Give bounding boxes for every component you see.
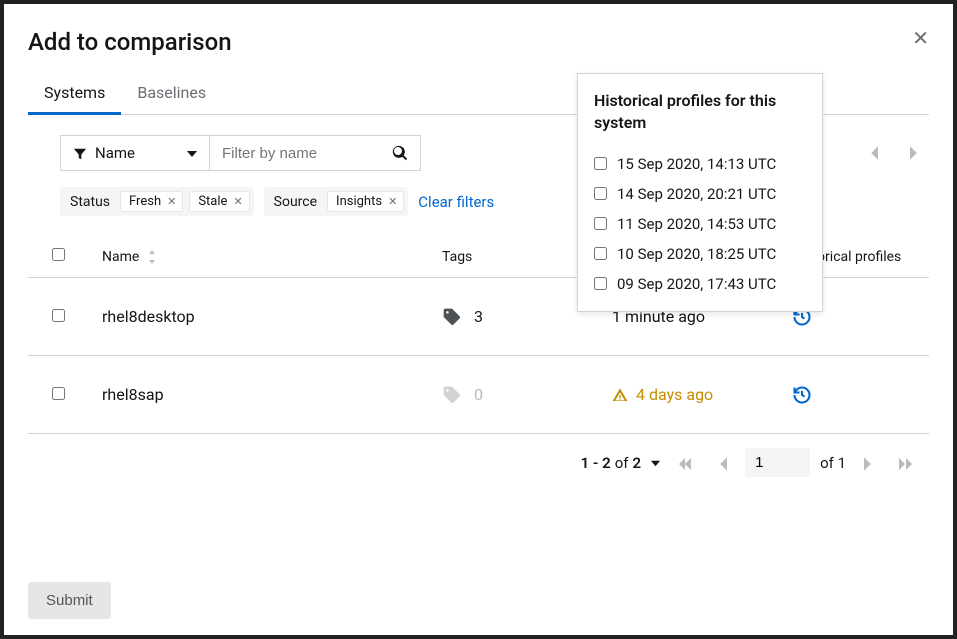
- last-page-button[interactable]: [891, 448, 921, 478]
- profile-date: 14 Sep 2020, 20:21 UTC: [617, 185, 776, 203]
- submit-button[interactable]: Submit: [28, 582, 111, 619]
- filter-icon: [73, 144, 87, 162]
- system-name[interactable]: rhel8sap: [102, 385, 442, 404]
- profile-option[interactable]: 15 Sep 2020, 14:13 UTC: [594, 149, 806, 179]
- profile-date: 10 Sep 2020, 18:25 UTC: [617, 245, 776, 263]
- last-seen-text: 4 days ago: [636, 385, 713, 404]
- chip-fresh: Fresh ✕: [120, 191, 183, 212]
- filter-attribute-label: Name: [95, 144, 135, 162]
- profile-option[interactable]: 10 Sep 2020, 18:25 UTC: [594, 239, 806, 269]
- select-all-checkbox[interactable]: [52, 248, 65, 261]
- close-icon[interactable]: ✕: [912, 28, 929, 48]
- system-name[interactable]: rhel8desktop: [102, 307, 442, 326]
- profile-checkbox[interactable]: [594, 187, 607, 200]
- profile-date: 15 Sep 2020, 14:13 UTC: [617, 155, 776, 173]
- row-checkbox[interactable]: [52, 309, 65, 322]
- warning-icon: [612, 385, 628, 404]
- chip-group-status: Status Fresh ✕ Stale ✕: [60, 187, 254, 216]
- search-button[interactable]: [380, 136, 420, 170]
- profile-date: 11 Sep 2020, 14:53 UTC: [617, 215, 776, 233]
- tag-icon: [442, 306, 462, 327]
- profile-checkbox[interactable]: [594, 247, 607, 260]
- top-pagination: [859, 139, 929, 167]
- chip-group-source-label: Source: [274, 194, 321, 210]
- clear-filters-link[interactable]: Clear filters: [418, 193, 494, 211]
- chip-group-source: Source Insights ✕: [264, 187, 409, 216]
- page-range[interactable]: 1 - 2 of 2: [581, 454, 660, 472]
- tag-count: 3: [474, 307, 483, 326]
- tab-systems[interactable]: Systems: [28, 73, 121, 115]
- last-seen-warning: 4 days ago: [612, 385, 792, 404]
- history-icon: [792, 385, 812, 405]
- chip-group-status-label: Status: [70, 194, 114, 210]
- table-row: rhel8sap 0 4 days ago: [28, 356, 929, 434]
- profile-date: 09 Sep 2020, 17:43 UTC: [617, 275, 776, 293]
- next-page-button[interactable]: [856, 448, 881, 478]
- row-checkbox[interactable]: [52, 387, 65, 400]
- popover-title: Historical profiles for this system: [594, 90, 806, 135]
- filter-name-input[interactable]: [210, 136, 380, 170]
- historical-profiles-popover: Historical profiles for this system 15 S…: [577, 73, 823, 312]
- chip-stale: Stale ✕: [189, 191, 249, 212]
- caret-down-icon: [651, 454, 660, 472]
- next-page-top[interactable]: [900, 139, 929, 167]
- profile-checkbox[interactable]: [594, 277, 607, 290]
- chip-insights-remove[interactable]: ✕: [388, 195, 397, 208]
- history-button[interactable]: [792, 384, 812, 403]
- tag-icon: [442, 384, 462, 405]
- sort-icon[interactable]: [147, 249, 157, 264]
- caret-down-icon: [187, 144, 197, 162]
- chip-stale-label: Stale: [198, 194, 227, 209]
- tag-count: 0: [474, 385, 483, 404]
- filter-attribute-select[interactable]: Name: [60, 135, 210, 171]
- page-total: of 1: [820, 454, 846, 472]
- prev-page-button[interactable]: [710, 448, 735, 478]
- profile-option[interactable]: 09 Sep 2020, 17:43 UTC: [594, 269, 806, 299]
- profile-checkbox[interactable]: [594, 157, 607, 170]
- modal-header: Add to comparison ✕: [28, 28, 929, 56]
- tab-baselines[interactable]: Baselines: [121, 73, 222, 115]
- modal-footer: Submit: [28, 562, 929, 619]
- page-number-input[interactable]: [745, 448, 810, 477]
- bottom-pagination: 1 - 2 of 2 of 1: [28, 434, 929, 486]
- col-name-label[interactable]: Name: [102, 249, 139, 265]
- profile-option[interactable]: 14 Sep 2020, 20:21 UTC: [594, 179, 806, 209]
- modal-title: Add to comparison: [28, 28, 232, 56]
- first-page-button[interactable]: [670, 448, 700, 478]
- chip-fresh-label: Fresh: [129, 194, 161, 209]
- chip-insights: Insights ✕: [327, 191, 404, 212]
- profile-checkbox[interactable]: [594, 217, 607, 230]
- chip-stale-remove[interactable]: ✕: [233, 195, 242, 208]
- filter-input-group: [210, 135, 421, 171]
- chip-fresh-remove[interactable]: ✕: [167, 195, 176, 208]
- chip-insights-label: Insights: [336, 194, 382, 209]
- prev-page-top[interactable]: [859, 139, 888, 167]
- profile-option[interactable]: 11 Sep 2020, 14:53 UTC: [594, 209, 806, 239]
- search-icon: [392, 145, 408, 161]
